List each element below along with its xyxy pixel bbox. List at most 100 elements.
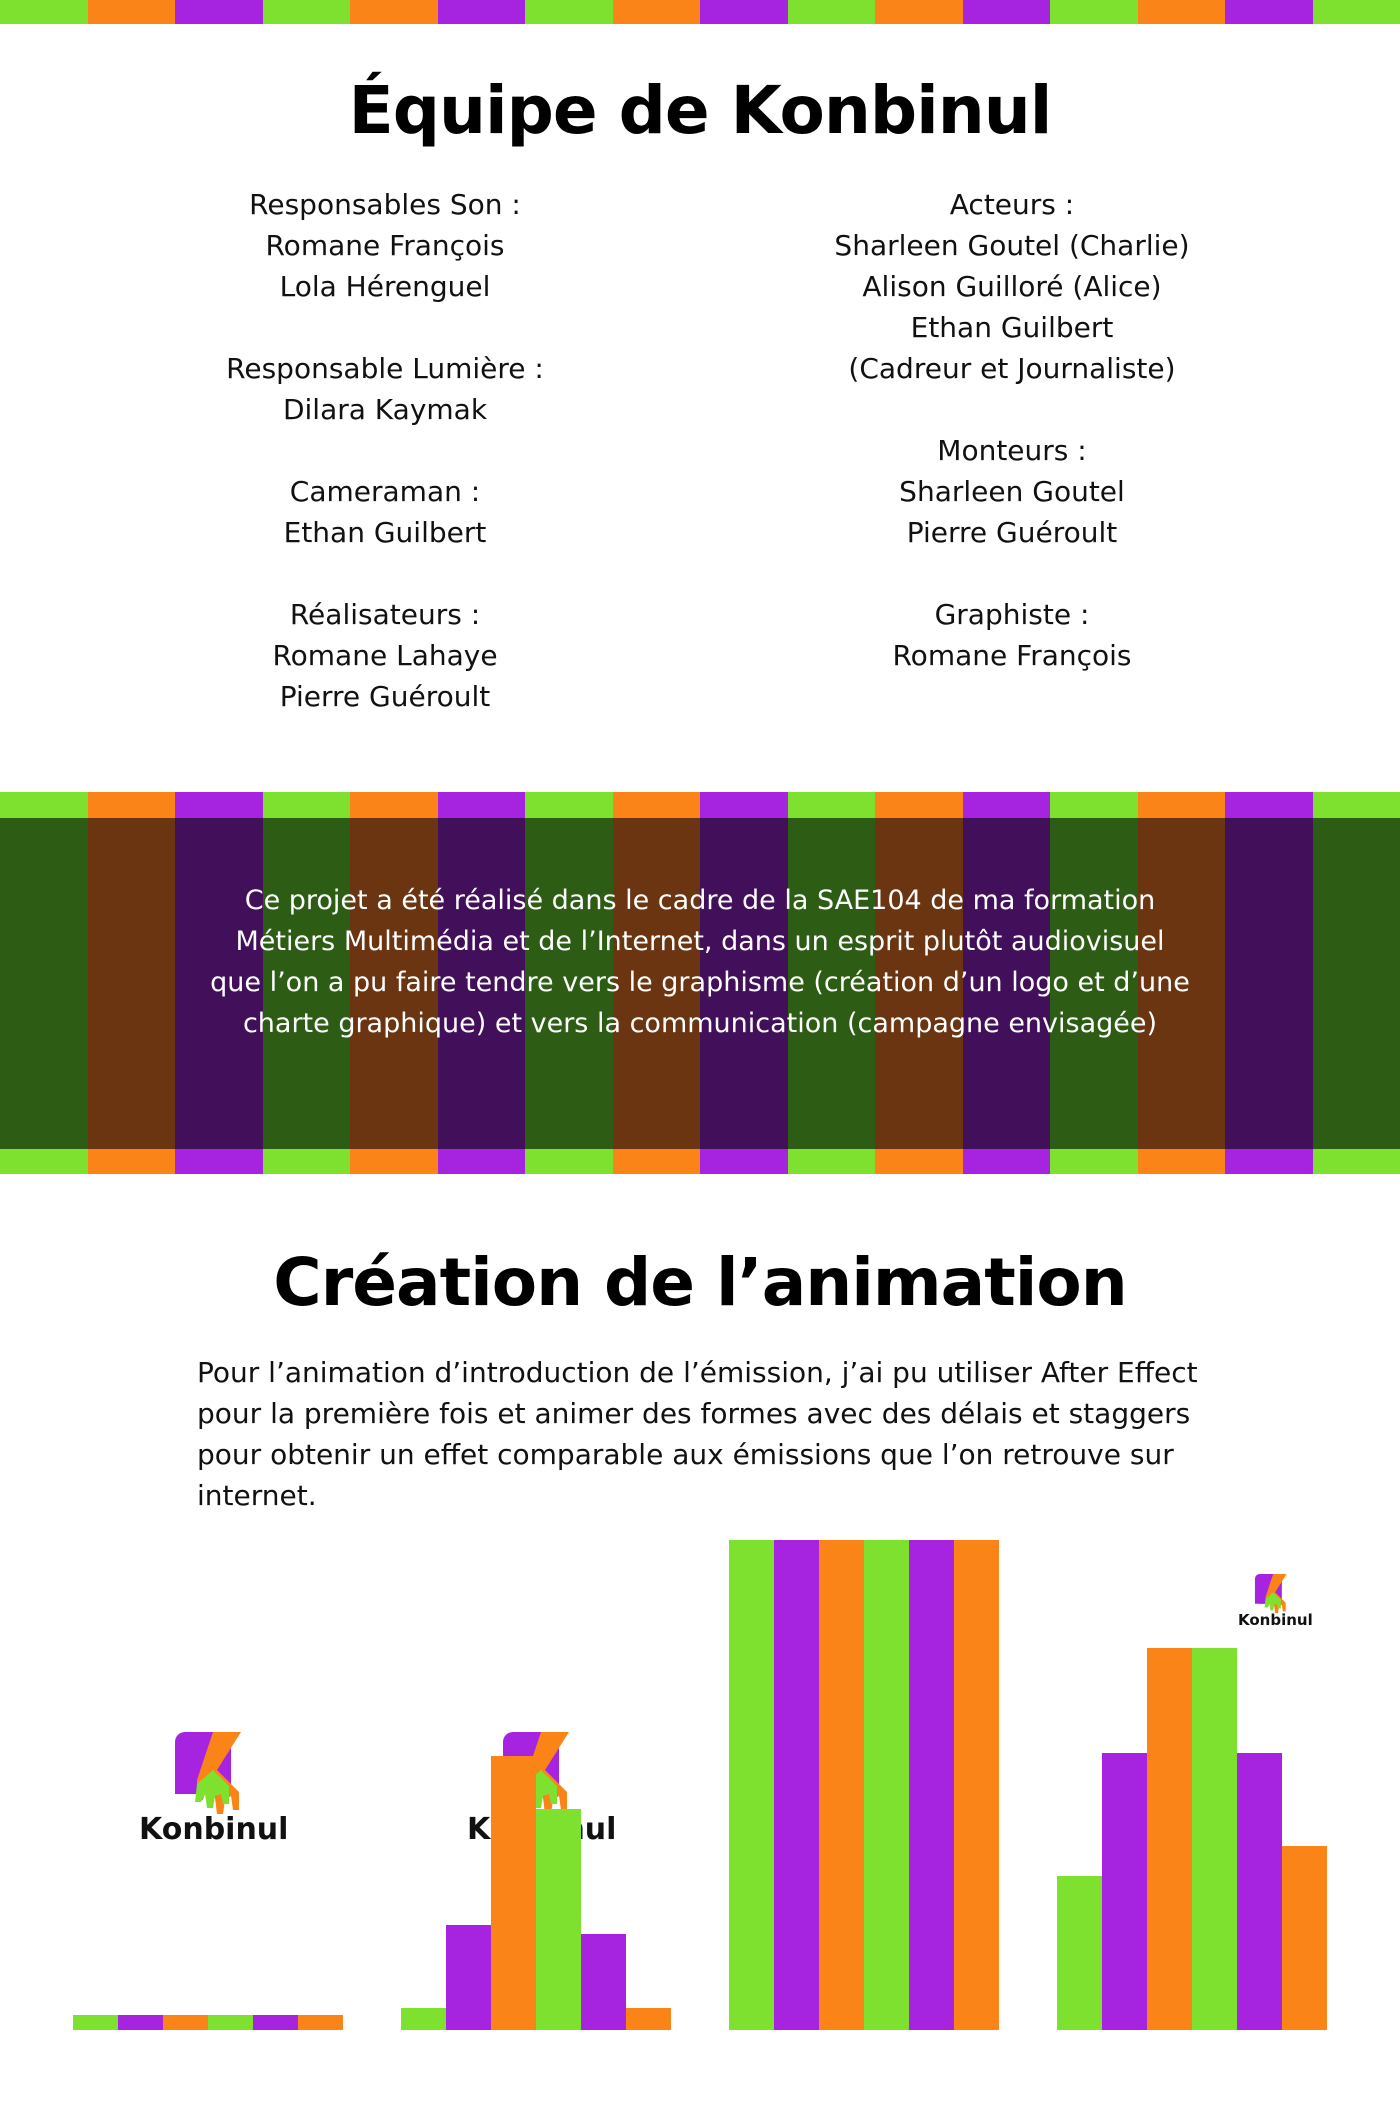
animation-bar [1147,1648,1192,2030]
team-role-block: Acteurs : Sharleen Goutel (Charlie) Alison… [752,184,1272,389]
color-stripe [0,0,88,24]
color-stripe [1312,818,1400,1149]
color-stripe [175,792,263,818]
color-stripe [1225,818,1313,1149]
konbinul-wordmark: Konbinul [1238,1611,1313,1629]
color-stripe [1050,1149,1138,1174]
member-name: Ethan Guilbert [283,516,487,549]
member-name: Ethan Guilbert (Cadreur et Journaliste) [848,311,1176,385]
team-role-block: Monteurs : Sharleen Goutel Pierre Guéroult [752,430,1272,553]
team-column-right: Acteurs : Sharleen Goutel (Charlie) Alison… [752,184,1272,717]
color-stripe [87,1149,175,1174]
animation-bar [536,1809,581,2030]
color-stripe [700,0,788,24]
member-name: Romane François [892,639,1132,672]
color-stripe [612,0,700,24]
animation-bar [446,1925,491,2030]
color-stripe [1050,0,1138,24]
animation-bar [491,1756,536,2030]
color-stripe [612,1149,700,1174]
role-label: Responsables Son : [249,188,521,221]
animation-bar [774,1540,819,2030]
color-stripe [262,0,350,24]
konbinul-mark-icon [175,1732,241,1814]
color-stripe [437,792,525,818]
project-description: Ce projet a été réalisé dans le cadre de… [210,885,1190,1039]
team-role-block: Graphiste : Romane François [752,594,1272,676]
color-stripe [175,1149,263,1174]
animation-bar [401,2008,446,2030]
color-stripe [525,792,613,818]
role-label: Acteurs : [949,188,1075,221]
team-title: Équipe de Konbinul [348,72,1053,149]
animation-title: Création de l’animation [273,1244,1127,1321]
role-label: Réalisateurs : [289,598,481,631]
color-stripe [1312,0,1400,24]
animation-bar [581,1934,626,2030]
color-stripe [262,1149,350,1174]
color-stripe [962,1149,1050,1174]
animation-bar [864,1540,909,2030]
color-stripe [350,1149,438,1174]
color-stripe [962,792,1050,818]
member-name: Romane Lahaye [272,639,498,672]
team-column-left: Responsables Son : Romane François Lola Hé… [125,184,645,758]
team-role-block: Responsable Lumière : Dilara Kaymak [125,348,645,430]
role-label: Cameraman : [289,475,481,508]
color-stripe [525,0,613,24]
member-name: Pierre Guéroult [906,516,1118,549]
member-name: Romane François [265,229,505,262]
color-stripe [1137,792,1225,818]
animation-frame: Konbinul [401,1540,671,2030]
band-bottom-stripes [0,1149,1400,1174]
color-stripe [1225,792,1313,818]
animation-bar [909,1540,954,2030]
color-stripe [175,0,263,24]
animation-frames: Konbinul Konbinul Konbinul [0,1540,1400,2040]
color-stripe [0,1149,88,1174]
animation-bar [1192,1648,1237,2030]
animation-bar [208,2015,253,2030]
color-stripe [875,1149,963,1174]
role-label: Monteurs : [937,434,1087,467]
member-name: Lola Hérenguel [279,270,491,303]
role-label: Responsable Lumière : [226,352,544,385]
member-name: Pierre Guéroult [279,680,491,713]
color-stripe [0,792,88,818]
color-stripe [437,1149,525,1174]
animation-bar [626,2008,671,2030]
konbinul-wordmark: Konbinul [139,1812,289,1847]
band-top-stripes [0,792,1400,818]
animation-bar [1282,1846,1327,2030]
animation-bar [163,2015,208,2030]
color-stripe [87,818,175,1149]
animation-bar [1057,1876,1102,2030]
color-stripe [700,792,788,818]
member-name: Alison Guilloré (Alice) [862,270,1162,303]
member-name: Sharleen Goutel [899,475,1125,508]
color-stripe [787,0,875,24]
animation-bar [118,2015,163,2030]
color-stripe [700,1149,788,1174]
team-role-block: Responsables Son : Romane François Lola Hé… [125,184,645,307]
color-stripe [1225,1149,1313,1174]
color-stripe [1312,1149,1400,1174]
color-stripe [1050,792,1138,818]
color-stripe [1137,1149,1225,1174]
color-stripe [612,792,700,818]
animation-bar [819,1540,864,2030]
color-stripe [875,0,963,24]
color-stripe [350,792,438,818]
member-name: Dilara Kaymak [282,393,488,426]
color-stripe [962,0,1050,24]
animation-bar [1237,1753,1282,2030]
animation-frame: Konbinul [73,1540,343,2030]
animation-description: Pour l’animation d’introduction de l’émi… [197,1356,1198,1512]
color-stripe [1137,0,1225,24]
animation-frame: Konbinul [1057,1540,1327,2030]
animation-bar [954,1540,999,2030]
color-stripe [1312,792,1400,818]
color-stripe [87,792,175,818]
animation-frame [729,1540,999,2030]
color-stripe [1225,0,1313,24]
